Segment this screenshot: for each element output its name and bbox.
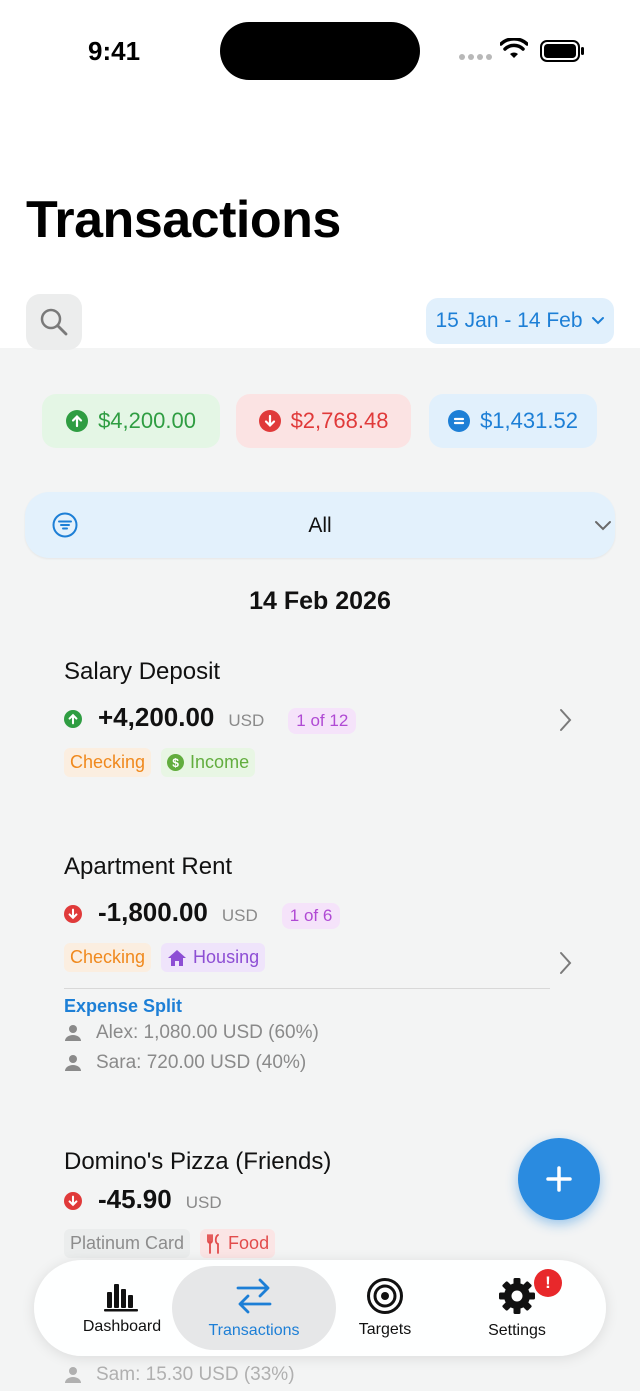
recurrence-badge: 1 of 6 [281,903,341,929]
arrow-down-circle-icon [64,1192,82,1210]
fork-knife-icon [207,1233,219,1254]
target-icon [367,1278,403,1314]
tab-targets[interactable]: Targets [334,1260,436,1356]
transaction-amount: +4,200.00 [98,702,215,732]
transaction-row[interactable]: Apartment Rent -1,800.00 USD 1 of 6 Chec… [50,853,580,983]
expense-total: $2,768.48 [290,408,389,433]
arrow-up-circle-icon [64,710,82,728]
expense-split-title: Expense Split [64,996,183,1016]
transaction-currency: USD [221,906,258,925]
transaction-amount: -1,800.00 [98,897,208,927]
transaction-amount: -45.90 [98,1184,172,1214]
transaction-name: Apartment Rent [64,853,233,880]
tab-label: Dashboard [82,1318,162,1335]
search-icon [40,308,68,336]
date-group-header: 14 Feb 2026 [249,587,391,615]
transaction-name: Domino's Pizza (Friends) [64,1148,332,1175]
split-person-text: Sara: 720.00 USD (40%) [96,1052,307,1073]
equals-circle-icon [448,410,471,432]
recurrence-badge: 1 of 12 [288,708,357,734]
tab-label: Transactions [208,1322,300,1339]
transactions-screen: 9:41 Transactions 15 Jan - 14 Feb $4,200… [0,0,640,1391]
account-tag: Checking [64,943,152,972]
status-bar: 9:41 [0,0,640,100]
income-total: $4,200.00 [98,408,196,433]
chevron-down-icon [595,521,611,531]
date-range-selector[interactable]: 15 Jan - 14 Feb [426,298,614,344]
transaction-row[interactable]: Domino's Pizza (Friends) -45.90 USD Plat… [50,1148,580,1258]
category-label: Income [190,752,250,772]
net-summary[interactable]: $1,431.52 [429,394,597,448]
tab-label: Settings [488,1322,546,1339]
chevron-right-icon [560,952,572,974]
split-person-text: Sam: 15.30 USD (33%) [96,1364,295,1385]
account-tag: Platinum Card [64,1229,191,1258]
wifi-icon [500,38,528,58]
expense-summary[interactable]: $2,768.48 [236,394,411,448]
split-person-row: Sam: 15.30 USD (33%) [64,1364,295,1386]
dynamic-island [220,22,420,80]
date-range-label: 15 Jan - 14 Feb [435,309,583,332]
person-icon [65,1367,81,1383]
person-icon [65,1025,81,1041]
person-icon [65,1055,81,1071]
tab-dashboard[interactable]: Dashboard [66,1260,178,1356]
split-person-row: Alex: 1,080.00 USD (60%) [64,1022,319,1044]
filter-selected-label: All [308,514,332,537]
page-title: Transactions [26,191,341,249]
net-total: $1,431.52 [480,408,578,433]
category-label: Food [228,1233,270,1253]
transaction-row[interactable]: Salary Deposit +4,200.00 USD 1 of 12 Che… [50,658,580,788]
plus-icon [546,1166,572,1192]
tab-label: Targets [358,1321,412,1338]
signal-dots-icon [459,54,492,60]
battery-icon [540,40,584,62]
arrow-down-circle-icon [64,905,82,923]
dollar-icon: $ [167,754,185,771]
house-icon [168,949,187,966]
split-person-row: Sara: 720.00 USD (40%) [64,1052,306,1074]
transfer-arrows-icon [236,1278,272,1314]
category-tag: Housing [161,943,266,972]
chevron-right-icon [560,709,572,731]
split-divider [64,988,550,989]
transaction-name: Salary Deposit [64,658,221,685]
category-tag: Food [200,1229,276,1258]
add-transaction-button[interactable] [518,1138,600,1220]
tab-transactions[interactable]: Transactions [172,1266,336,1350]
transaction-currency: USD [185,1193,222,1212]
settings-alert-badge: ! [534,1269,562,1297]
search-button[interactable] [26,294,82,350]
gear-icon [499,1278,535,1314]
chevron-down-icon [591,317,604,325]
category-tag: $ Income [161,748,256,777]
category-label: Housing [193,947,260,967]
status-time: 9:41 [88,36,141,66]
category-filter-dropdown[interactable]: All [25,492,615,558]
arrow-down-circle-icon [258,410,281,432]
tab-bar: Dashboard Transactions Targets Settings … [34,1260,606,1356]
transaction-currency: USD [228,711,265,730]
split-person-text: Alex: 1,080.00 USD (60%) [96,1022,319,1043]
income-summary[interactable]: $4,200.00 [42,394,220,448]
bar-chart-icon [104,1284,138,1312]
arrow-up-circle-icon [66,410,89,432]
account-tag: Checking [64,748,152,777]
